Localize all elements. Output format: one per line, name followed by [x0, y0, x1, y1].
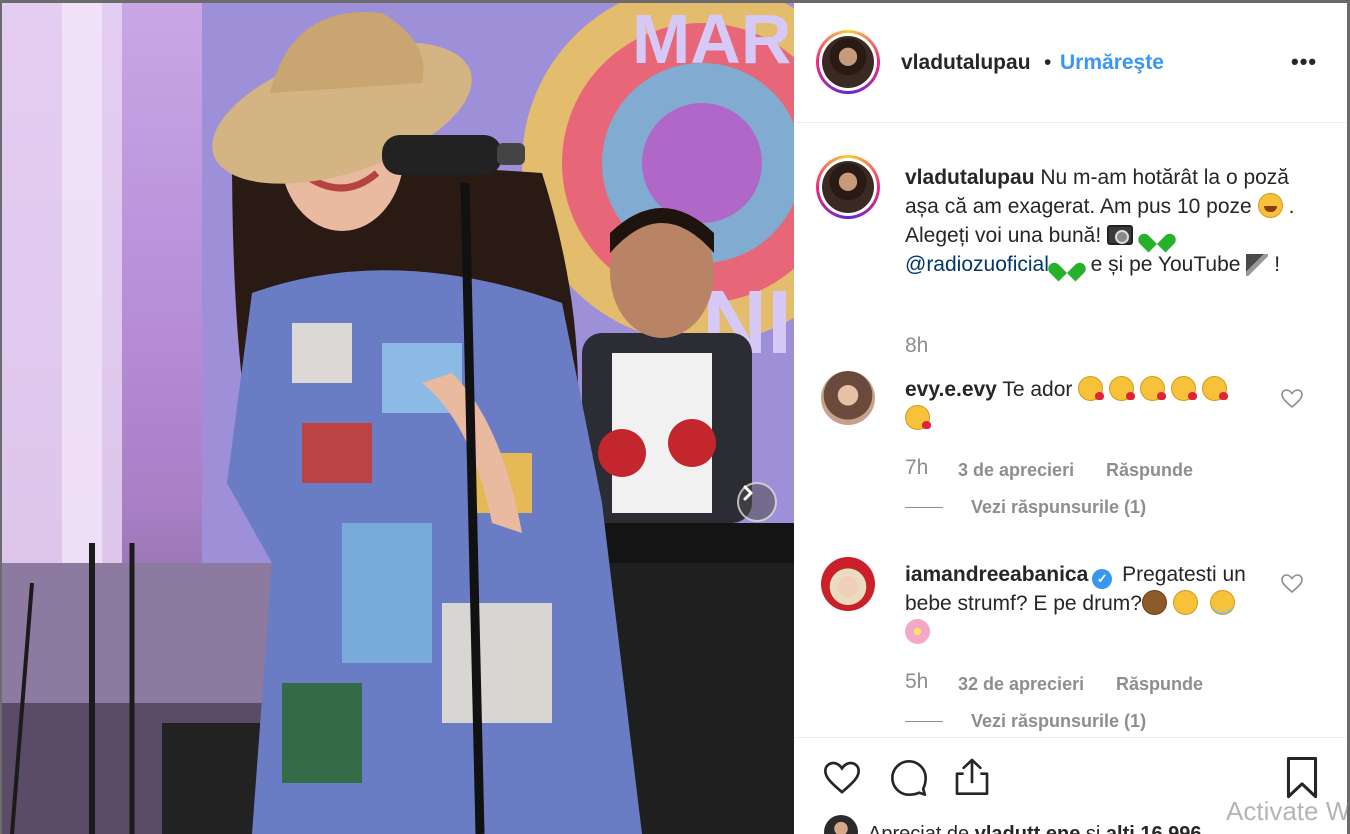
- comment-avatar[interactable]: [821, 371, 875, 425]
- green-heart-emoji-icon: [1145, 225, 1169, 247]
- post-header: vladutalupau • Urmăreşte •••: [794, 3, 1347, 123]
- comment-bubble-icon[interactable]: [889, 758, 929, 798]
- kiss-emoji-icon: [1078, 376, 1105, 401]
- comment-timestamp[interactable]: 5h: [905, 670, 928, 694]
- comment-likes-count[interactable]: 3 de aprecieri: [958, 460, 1074, 481]
- comment-body: Te ador: [1002, 378, 1073, 401]
- comment-username-link[interactable]: iamandreeabanica: [905, 563, 1088, 586]
- chevron-right-icon: [743, 485, 753, 501]
- more-options-button[interactable]: •••: [1291, 49, 1317, 75]
- view-replies-button[interactable]: Vezi răspunsurile (1): [971, 497, 1146, 518]
- kiss-emoji-icon: [1109, 376, 1136, 401]
- caption-text-4: !: [1274, 253, 1281, 276]
- replies-divider: [905, 721, 943, 722]
- comment-like-heart-icon[interactable]: [1280, 572, 1304, 596]
- comment-text: evy.e.evy Te ador: [905, 375, 1255, 433]
- comment-avatar[interactable]: [821, 557, 875, 611]
- post-photo: MAR NI: [2, 3, 794, 834]
- post-caption: vladutalupau Nu m-am hotărât la o poză a…: [905, 163, 1295, 279]
- comment-text: iamandreeabanica ✓ Pregatesti un bebe str…: [905, 560, 1265, 647]
- caption-username-link[interactable]: vladutalupau: [905, 166, 1035, 189]
- camera-emoji-icon: [1107, 225, 1133, 245]
- share-upload-icon[interactable]: [952, 756, 992, 798]
- green-heart-emoji-icon: [1055, 254, 1079, 276]
- post-side-panel: vladutalupau • Urmăreşte ••• vladutalupa…: [794, 3, 1347, 834]
- caption-author-avatar[interactable]: [816, 155, 880, 219]
- laughing-emoji-icon: [1257, 193, 1283, 218]
- comment-reply-button[interactable]: Răspunde: [1106, 460, 1193, 481]
- next-photo-button[interactable]: [737, 482, 777, 522]
- comment-like-heart-icon[interactable]: [1280, 387, 1304, 411]
- kiss-emoji-icon: [1140, 376, 1167, 401]
- see-no-evil-monkey-emoji-icon: [1141, 590, 1167, 615]
- instagram-post-modal: MAR NI vladutalupau • Urmăreşte ••• vlad…: [0, 0, 1350, 834]
- author-username-link[interactable]: vladutalupau: [901, 51, 1031, 75]
- verified-badge-icon: ✓: [1092, 569, 1113, 589]
- caption-timestamp[interactable]: 8h: [905, 334, 928, 358]
- mention-link[interactable]: @radiozuoficial: [905, 253, 1049, 276]
- kiss-emoji-icon: [1202, 376, 1229, 401]
- post-photo-illustration: MAR NI: [2, 3, 794, 834]
- bookmark-icon[interactable]: [1285, 756, 1319, 800]
- activate-windows-watermark: Activate W: [1226, 796, 1350, 826]
- liked-by-summary: Apreciat de vladutt.ene și alți 16.996: [868, 823, 1202, 834]
- hugging-face-emoji-icon: [1172, 590, 1198, 615]
- cherry-blossom-emoji-icon: [905, 619, 930, 644]
- liked-by-user-link[interactable]: vladutt.ene: [975, 823, 1081, 834]
- comment-reply-button[interactable]: Răspunde: [1116, 674, 1203, 695]
- kiss-emoji-icon: [1171, 376, 1198, 401]
- svg-text:MAR: MAR: [632, 3, 791, 78]
- caption-text-3: e și pe YouTube: [1090, 253, 1241, 276]
- liked-by-prefix: Apreciat de: [868, 823, 970, 834]
- microphone-emoji-icon: [1246, 254, 1269, 276]
- comment-timestamp[interactable]: 7h: [905, 456, 928, 480]
- comment-username-link[interactable]: evy.e.evy: [905, 378, 997, 401]
- heart-icon[interactable]: [821, 758, 863, 798]
- liked-by-and: și: [1085, 823, 1101, 834]
- smiling-halo-emoji-icon: [1209, 590, 1235, 615]
- header-separator: •: [1044, 51, 1052, 74]
- liked-by-others-link[interactable]: alți 16.996: [1106, 823, 1202, 834]
- view-replies-button[interactable]: Vezi răspunsurile (1): [971, 711, 1146, 732]
- author-avatar[interactable]: [816, 30, 880, 94]
- kiss-emoji-icon: [905, 405, 931, 430]
- comment-likes-count[interactable]: 32 de aprecieri: [958, 674, 1084, 695]
- follow-button[interactable]: Urmăreşte: [1060, 51, 1164, 75]
- replies-divider: [905, 507, 943, 508]
